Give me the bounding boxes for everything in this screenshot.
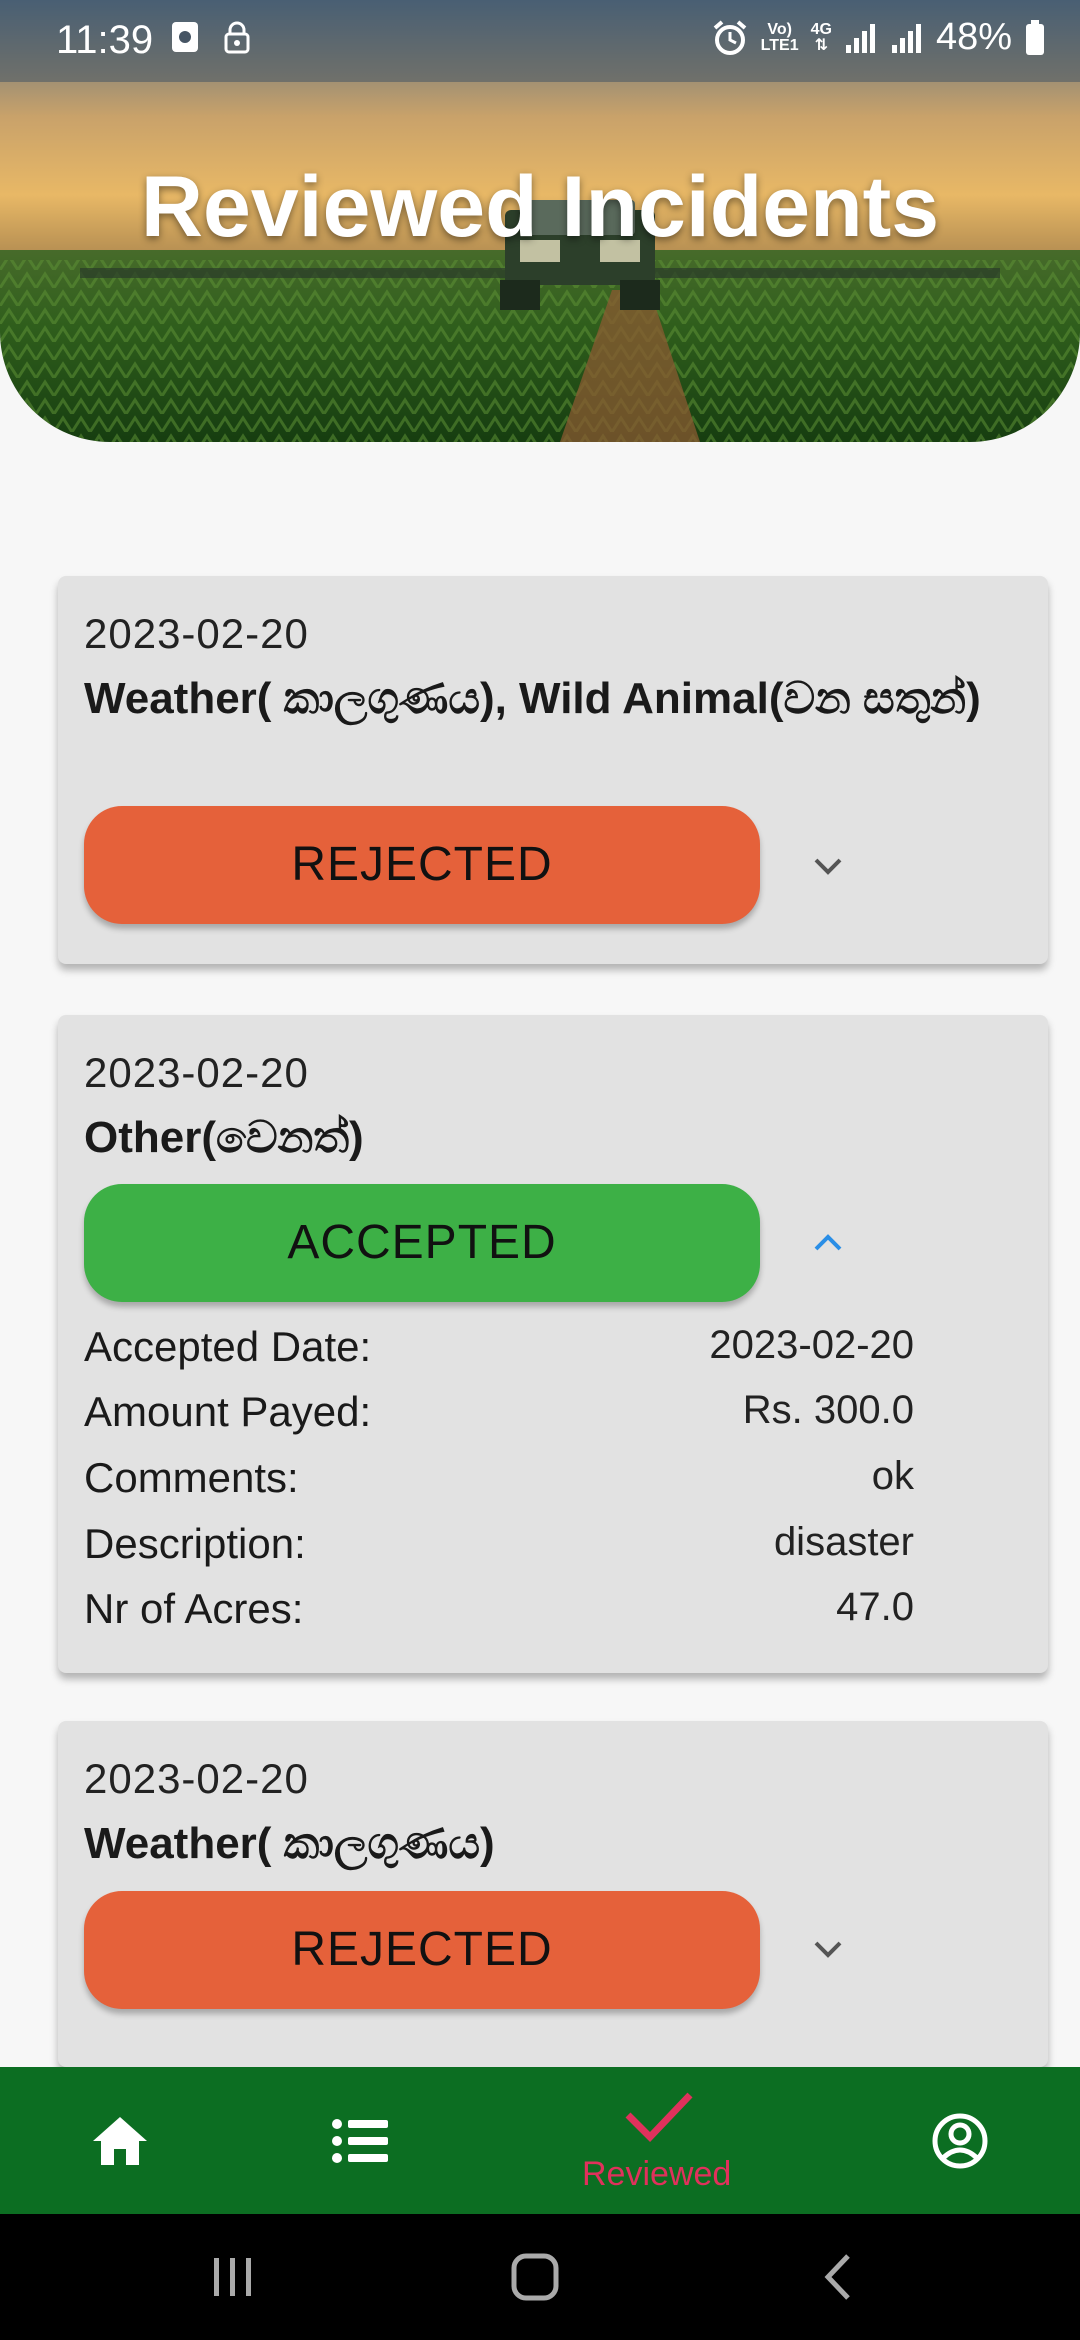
- home-button-icon[interactable]: [510, 2252, 560, 2302]
- nav-item-reviewed[interactable]: Reviewed: [560, 2067, 760, 2214]
- detail-value-acres: 47.0: [836, 1585, 914, 1629]
- back-icon[interactable]: [818, 2252, 858, 2302]
- list-icon: [332, 2119, 388, 2163]
- nav-item-list[interactable]: [300, 2067, 420, 2214]
- status-time: 11:39: [56, 18, 154, 62]
- incident-card: 2023-02-20 Weather( කාලගුණය), Wild Anima…: [58, 576, 1048, 964]
- signal-icon-2: [891, 23, 921, 53]
- status-button-rejected[interactable]: REJECTED: [84, 1891, 760, 2009]
- status-button-accepted[interactable]: ACCEPTED: [84, 1184, 760, 1302]
- detail-value-accepted-date: 2023-02-20: [709, 1323, 914, 1367]
- battery-icon: [1026, 19, 1044, 55]
- incident-category: Weather( කාලගුණය), Wild Animal(වන සතුන්): [84, 674, 981, 723]
- detail-label-description: Description:: [84, 1520, 306, 1567]
- alarm-icon: [713, 19, 746, 55]
- chevron-down-icon[interactable]: [808, 846, 848, 886]
- detail-label-comments: Comments:: [84, 1454, 299, 1501]
- detail-value-comments: ok: [871, 1454, 914, 1498]
- app-screen: Reviewed Incidents 11:39 Vo) LTE1 4G ⇅ 4…: [0, 0, 1080, 2340]
- profile-icon: [932, 2113, 988, 2169]
- signal-icon: [845, 23, 875, 53]
- lock-icon: [224, 21, 250, 54]
- nav-label-reviewed: Reviewed: [582, 2155, 732, 2193]
- nav-item-profile[interactable]: [900, 2067, 1020, 2214]
- incident-category: Other(වෙනත්): [84, 1113, 364, 1162]
- incident-date: 2023-02-20: [84, 1049, 309, 1096]
- page-title: Reviewed Incidents: [140, 159, 940, 255]
- detail-label-accepted-date: Accepted Date:: [84, 1323, 372, 1370]
- system-navigation-bar: [0, 2214, 1080, 2340]
- incident-date: 2023-02-20: [84, 1755, 309, 1802]
- network-type: 4G ⇅: [810, 20, 832, 54]
- detail-value-description: disaster: [773, 1520, 914, 1564]
- chevron-down-icon[interactable]: [808, 1929, 848, 1969]
- recent-apps-icon[interactable]: [210, 2254, 256, 2300]
- media-icon: [172, 22, 198, 52]
- bottom-navigation: Reviewed: [0, 2067, 1080, 2214]
- home-icon: [93, 2117, 147, 2165]
- incident-category: Weather( කාලගුණය): [84, 1819, 495, 1868]
- volte-indicator: Vo) LTE1: [760, 20, 799, 54]
- incident-card: 2023-02-20 Weather( කාලගුණය) REJECTED: [58, 1721, 1048, 2067]
- detail-label-acres: Nr of Acres:: [84, 1585, 304, 1632]
- status-button-rejected[interactable]: REJECTED: [84, 806, 760, 924]
- chevron-up-icon[interactable]: [808, 1223, 848, 1263]
- incident-card-expanded: 2023-02-20 Other(වෙනත්) ACCEPTED Accepte…: [58, 1015, 1048, 1673]
- detail-label-amount: Amount Payed:: [84, 1388, 372, 1435]
- detail-value-amount: Rs. 300.0: [742, 1388, 914, 1432]
- battery-percent: 48%: [935, 16, 1012, 58]
- incident-date: 2023-02-20: [84, 610, 309, 657]
- status-bar: 11:39 Vo) LTE1 4G ⇅ 48%: [0, 0, 1080, 82]
- check-icon: [625, 2092, 693, 2143]
- nav-item-home[interactable]: [60, 2067, 180, 2214]
